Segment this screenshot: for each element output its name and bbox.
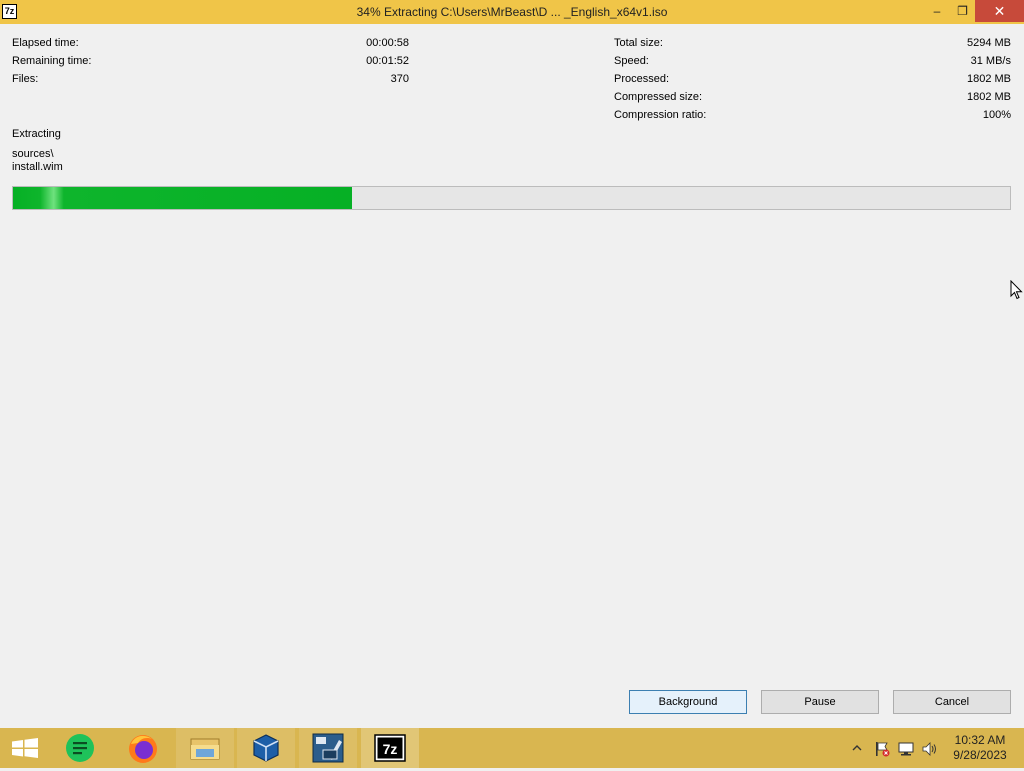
close-button[interactable]: ✕: [975, 0, 1024, 22]
files-label: Files:: [12, 73, 39, 85]
title-bar[interactable]: 7z 34% Extracting C:\Users\MrBeast\D ...…: [0, 0, 1024, 24]
show-hidden-icons-chevron-icon[interactable]: [850, 742, 864, 754]
volume-icon[interactable]: [921, 740, 939, 758]
total-size-label: Total size:: [614, 37, 663, 49]
compression-ratio-value: 100%: [982, 109, 1011, 121]
taskbar-notes-app[interactable]: [50, 728, 108, 768]
taskbar: 7z 10:32 AM 9/28/2023: [0, 728, 1024, 768]
taskbar-firefox[interactable]: [114, 728, 172, 768]
minimize-button[interactable]: –: [924, 0, 950, 22]
processed-label: Processed:: [614, 73, 670, 85]
operation-label: Extracting: [12, 128, 61, 140]
compressed-size-value: 1802 MB: [966, 91, 1011, 103]
restore-button[interactable]: ❐: [950, 0, 975, 22]
taskbar-virtualbox[interactable]: [237, 728, 295, 768]
taskbar-win11-tool[interactable]: [299, 728, 357, 768]
files-value: 370: [390, 73, 409, 85]
pause-button[interactable]: Pause: [761, 690, 879, 714]
total-size-value: 5294 MB: [966, 37, 1011, 49]
extraction-progress-bar: [12, 186, 1011, 210]
firefox-icon: [129, 735, 157, 763]
elapsed-time-value: 00:00:58: [366, 37, 409, 49]
current-file-name: install.wim: [12, 161, 63, 173]
notes-app-icon: [66, 734, 94, 762]
processed-value: 1802 MB: [966, 73, 1011, 85]
compressed-size-label: Compressed size:: [614, 91, 703, 103]
system-clock[interactable]: 10:32 AM 9/28/2023: [944, 733, 1016, 763]
mouse-pointer-icon: [1010, 280, 1023, 300]
clock-time: 10:32 AM: [954, 733, 1006, 747]
file-explorer-icon: [190, 738, 220, 760]
taskbar-7zip[interactable]: 7z: [361, 728, 419, 768]
clock-date: 9/28/2023: [953, 748, 1007, 762]
window-title: 34% Extracting C:\Users\MrBeast\D ... _E…: [356, 5, 668, 19]
remaining-time-label: Remaining time:: [12, 55, 92, 67]
speed-label: Speed:: [614, 55, 649, 67]
progress-bar-fill: [13, 187, 352, 209]
elapsed-time-label: Elapsed time:: [12, 37, 79, 49]
windows-11-iso-tool-icon: [312, 733, 344, 763]
current-folder-path: sources\: [12, 148, 54, 160]
speed-value: 31 MB/s: [970, 55, 1011, 67]
7zip-icon: 7z: [374, 734, 406, 762]
7zip-icon-label: 7z: [383, 741, 398, 757]
network-icon[interactable]: [897, 740, 915, 758]
taskbar-file-explorer[interactable]: [176, 728, 234, 768]
virtualbox-icon: [253, 734, 279, 762]
background-button[interactable]: Background: [629, 690, 747, 714]
action-center-flag-icon[interactable]: [873, 740, 891, 758]
cancel-button[interactable]: Cancel: [893, 690, 1011, 714]
compression-ratio-label: Compression ratio:: [614, 109, 707, 121]
remaining-time-value: 00:01:52: [366, 55, 409, 67]
